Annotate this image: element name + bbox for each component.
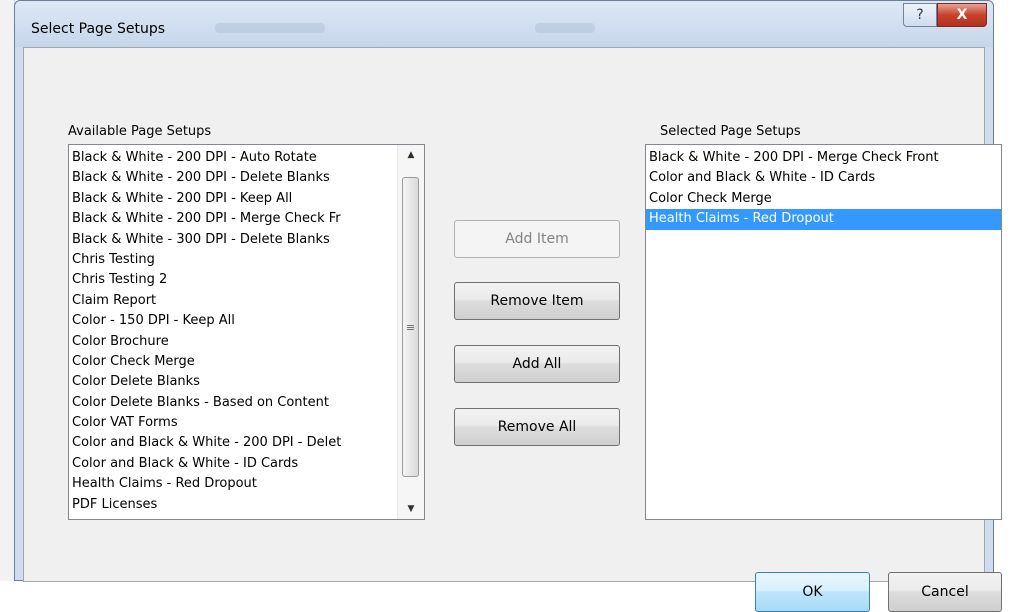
list-item[interactable]: Black & White - 300 DPI - Delete Blanks: [69, 230, 382, 250]
available-setups-label: Available Page Setups: [68, 124, 212, 139]
scroll-down-arrow-icon[interactable]: ▼: [398, 499, 424, 519]
help-icon: ?: [916, 7, 924, 23]
remove-item-button[interactable]: Remove Item: [454, 282, 620, 320]
scroll-up-arrow-icon[interactable]: ▲: [398, 145, 424, 165]
selected-setups-list[interactable]: Black & White - 200 DPI - Merge Check Fr…: [645, 144, 1002, 520]
list-item[interactable]: Health Claims - Red Dropout: [646, 209, 1001, 230]
available-list-items: Black & White - 200 DPI - Auto Rotate Bla…: [69, 145, 382, 515]
background-window-edge: [0, 0, 15, 581]
list-item[interactable]: PDF Licenses: [69, 495, 382, 515]
available-setups-list[interactable]: Black & White - 200 DPI - Auto Rotate Bla…: [68, 144, 425, 520]
dialog-title: Select Page Setups: [31, 21, 166, 37]
list-item[interactable]: Black & White - 200 DPI - Keep All: [69, 189, 382, 209]
list-item[interactable]: Chris Testing: [69, 250, 382, 270]
list-item[interactable]: Color Check Merge: [646, 189, 1001, 209]
list-item[interactable]: Health Claims - Red Dropout: [69, 474, 382, 494]
remove-all-button[interactable]: Remove All: [454, 408, 620, 446]
selected-setups-label: Selected Page Setups: [660, 124, 801, 139]
list-item[interactable]: Color VAT Forms: [69, 413, 382, 433]
help-button[interactable]: ?: [903, 3, 937, 27]
add-all-button[interactable]: Add All: [454, 345, 620, 383]
list-item[interactable]: Color and Black & White - ID Cards: [646, 168, 1001, 188]
add-item-button[interactable]: Add Item: [454, 220, 620, 258]
title-bar-background-text: [535, 23, 595, 33]
dialog-client-area: Available Page Setups Selected Page Setu…: [23, 47, 1002, 612]
select-page-setups-dialog: Select Page Setups ? X Available Page Se…: [14, 0, 1002, 612]
close-icon: X: [956, 7, 968, 23]
selected-list-items: Black & White - 200 DPI - Merge Check Fr…: [646, 145, 1001, 230]
close-button[interactable]: X: [937, 3, 987, 27]
available-list-scrollbar[interactable]: ▲ ≡ ▼: [397, 145, 424, 519]
list-item[interactable]: Black & White - 200 DPI - Auto Rotate: [69, 148, 382, 168]
list-item[interactable]: Color and Black & White - 200 DPI - Dele…: [69, 433, 382, 453]
list-item[interactable]: Color - 150 DPI - Keep All: [69, 311, 382, 331]
ok-button[interactable]: OK: [755, 572, 870, 612]
list-item[interactable]: Color Delete Blanks: [69, 372, 382, 392]
cancel-button[interactable]: Cancel: [888, 572, 1002, 612]
title-bar-background-text: [215, 23, 325, 33]
list-item[interactable]: Color Delete Blanks - Based on Content: [69, 393, 382, 413]
list-item[interactable]: Color and Black & White - ID Cards: [69, 454, 382, 474]
list-item[interactable]: Black & White - 200 DPI - Merge Check Fr: [69, 209, 382, 229]
list-item[interactable]: Color Check Merge: [69, 352, 382, 372]
scrollbar-thumb[interactable]: ≡: [402, 177, 419, 477]
scrollbar-grip-icon: ≡: [405, 321, 416, 334]
list-item[interactable]: Claim Report: [69, 291, 382, 311]
title-bar[interactable]: Select Page Setups ? X: [15, 1, 993, 47]
list-item[interactable]: Chris Testing 2: [69, 270, 382, 290]
list-item[interactable]: Color Brochure: [69, 332, 382, 352]
list-item[interactable]: Black & White - 200 DPI - Merge Check Fr…: [646, 148, 1001, 168]
list-item[interactable]: Black & White - 200 DPI - Delete Blanks: [69, 168, 382, 188]
